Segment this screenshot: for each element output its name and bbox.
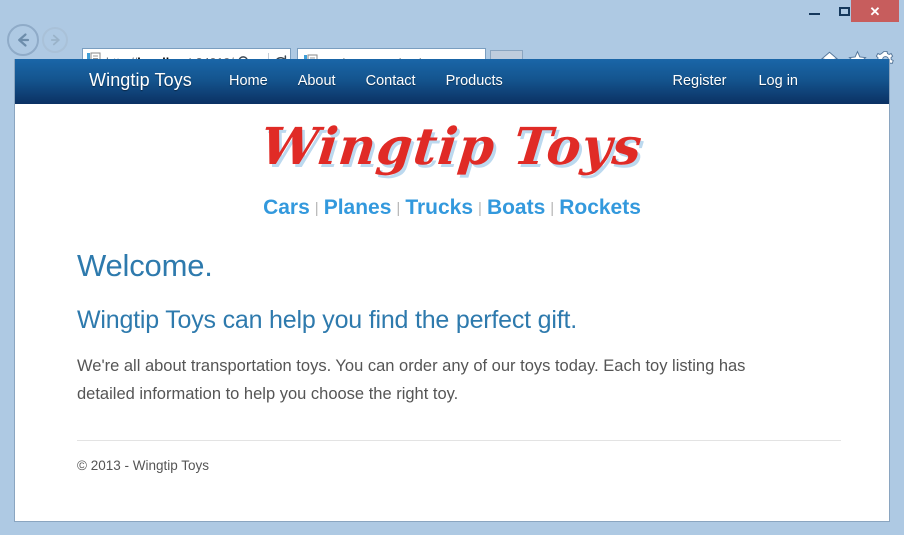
category-separator: |: [396, 199, 401, 217]
intro-paragraph: We're all about transportation toys. You…: [77, 357, 746, 403]
forward-button[interactable]: [42, 27, 68, 53]
category-separator: |: [478, 199, 482, 217]
page-content: Wingtip Toys Cars | Planes | Trucks | Bo…: [15, 104, 889, 473]
site-logo: Wingtip Toys: [258, 117, 646, 177]
back-arrow-icon: [18, 33, 30, 47]
category-nav: Cars | Planes | Trucks | Boats | Rockets: [15, 196, 889, 220]
close-icon: ✕: [869, 3, 881, 19]
window-titlebar: ✕: [0, 0, 904, 22]
site-brand-link[interactable]: Wingtip Toys: [89, 70, 192, 91]
category-separator: |: [550, 199, 555, 217]
category-link-planes[interactable]: Planes: [324, 196, 392, 219]
nav-item-home[interactable]: Home: [229, 73, 268, 89]
nav-item-contact[interactable]: Contact: [366, 73, 416, 89]
nav-item-about[interactable]: About: [298, 73, 336, 89]
site-navbar: Wingtip Toys Home About Contact Products…: [15, 59, 889, 104]
browser-window: ✕ Wingtip Toys Home About Contact Produc…: [0, 0, 904, 535]
site-logo-container: Wingtip Toys: [15, 104, 889, 177]
footer-copyright: © 2013 - Wingtip Toys: [77, 458, 210, 474]
minimize-icon: [808, 13, 820, 15]
nav-item-register[interactable]: Register: [672, 73, 726, 89]
back-button[interactable]: [7, 24, 39, 56]
category-link-rockets[interactable]: Rockets: [559, 196, 641, 219]
browser-toolbar: http://localhost:24019/D: [0, 22, 904, 79]
maximize-icon: [838, 6, 850, 16]
forward-arrow-icon: [50, 34, 60, 46]
category-separator: |: [314, 199, 319, 217]
page-viewport: Wingtip Toys Home About Contact Products…: [14, 59, 890, 522]
page-body: Welcome. Wingtip Toys can help you find …: [15, 248, 889, 408]
nav-item-products[interactable]: Products: [446, 73, 503, 89]
page-title: Welcome.: [77, 248, 213, 283]
footer-divider: [77, 440, 841, 442]
close-window-button[interactable]: ✕: [851, 0, 899, 22]
category-link-trucks[interactable]: Trucks: [405, 196, 473, 219]
category-link-boats[interactable]: Boats: [487, 196, 545, 219]
nav-item-login[interactable]: Log in: [758, 73, 798, 89]
page-subtitle: Wingtip Toys can help you find the perfe…: [77, 306, 577, 334]
site-user-menu: Register Log in: [672, 73, 798, 89]
minimize-button[interactable]: [800, 0, 828, 22]
site-main-menu: Home About Contact Products: [229, 73, 503, 89]
category-link-cars[interactable]: Cars: [263, 196, 310, 219]
